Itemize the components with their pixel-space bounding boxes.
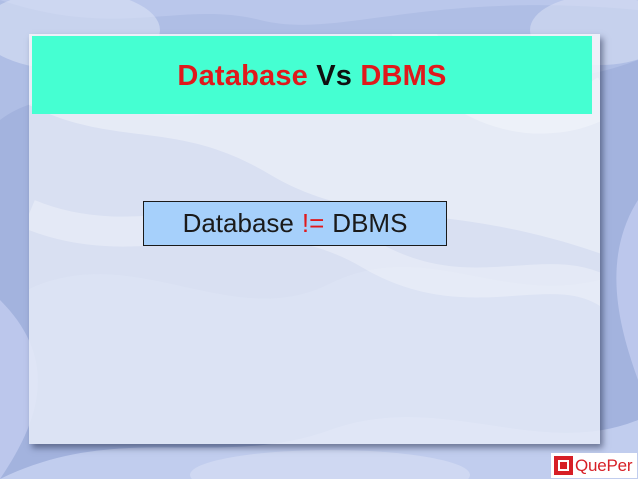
slide-title: Database Vs DBMS — [177, 60, 446, 93]
box-left-text: Database — [182, 208, 294, 238]
slide: Database Vs DBMS Database != DBMS — [29, 34, 600, 444]
box-right-text: DBMS — [332, 208, 408, 238]
title-word-dbms: DBMS — [360, 59, 447, 92]
logo-text: QuePer — [575, 455, 633, 475]
title-bar: Database Vs DBMS — [32, 36, 592, 114]
comparison-box: Database != DBMS — [143, 201, 447, 246]
logo-square-icon — [554, 456, 573, 475]
quepер-logo[interactable]: QuePer — [551, 453, 637, 478]
title-word-vs: Vs — [316, 59, 353, 92]
title-word-database: Database — [177, 59, 308, 92]
not-equal-operator: != — [301, 208, 325, 238]
